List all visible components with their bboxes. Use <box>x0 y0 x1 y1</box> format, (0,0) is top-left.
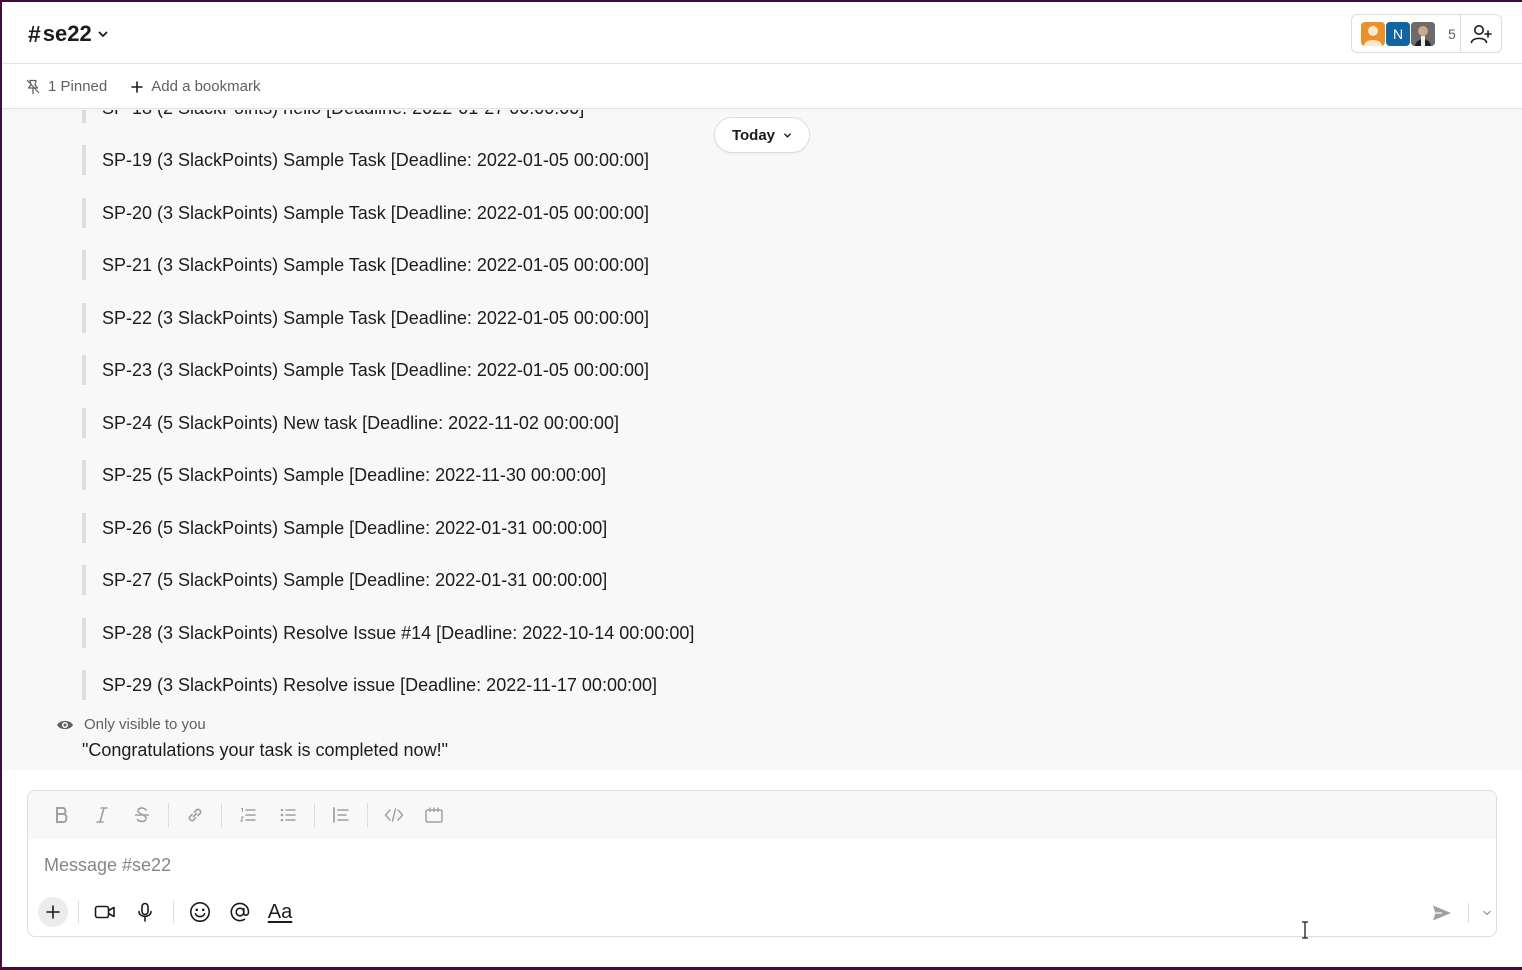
task-line: SP-28 (3 SlackPoints) Resolve Issue #14 … <box>82 618 694 648</box>
microphone-icon <box>138 902 152 922</box>
send-controls <box>1428 897 1496 929</box>
mention-button[interactable] <box>222 896 258 928</box>
message-input[interactable] <box>44 851 1464 879</box>
toolbar-divider <box>78 901 79 923</box>
code-block-icon[interactable] <box>414 799 454 831</box>
toolbar-divider <box>314 803 315 827</box>
chevron-down-icon <box>97 28 109 40</box>
composer-actions: Aa <box>38 895 302 929</box>
send-icon <box>1433 905 1451 921</box>
emoji-button[interactable] <box>182 896 218 928</box>
date-divider-label: Today <box>731 126 776 144</box>
add-member-button[interactable] <box>1460 14 1502 53</box>
bookmarks-bar: 1 Pinned Add a bookmark <box>2 65 1522 109</box>
schedule-send-button[interactable] <box>1477 897 1496 929</box>
member-avatar: N <box>1386 21 1410 46</box>
task-line: SP-25 (5 SlackPoints) Sample [Deadline: … <box>82 460 606 490</box>
plus-icon <box>46 905 60 919</box>
members-button[interactable]: N 5 <box>1351 14 1460 53</box>
task-line: SP-20 (3 SlackPoints) Sample Task [Deadl… <box>82 198 649 228</box>
video-clip-button[interactable] <box>87 896 123 928</box>
member-count: 5 <box>1448 25 1456 42</box>
strikethrough-icon[interactable] <box>122 799 162 831</box>
task-line: SP-18 (2 SlackPoints) hello [Deadline: 2… <box>82 110 584 123</box>
channel-hash: # <box>28 20 41 47</box>
task-line: SP-29 (3 SlackPoints) Resolve issue [Dea… <box>82 670 657 700</box>
formatting-toggle-button[interactable]: Aa <box>262 896 298 928</box>
formatting-toggle-label: Aa <box>267 900 293 923</box>
text-cursor-icon <box>1302 921 1308 939</box>
toolbar-divider <box>173 901 174 923</box>
bulleted-list-icon[interactable] <box>268 799 308 831</box>
task-line: SP-24 (5 SlackPoints) New task [Deadline… <box>82 408 619 438</box>
chevron-down-icon <box>784 132 791 138</box>
task-line: SP-19 (3 SlackPoints) Sample Task [Deadl… <box>82 145 649 175</box>
blockquote-icon[interactable] <box>321 799 361 831</box>
toolbar-divider <box>168 803 169 827</box>
formatting-toolbar <box>28 791 1496 839</box>
send-button[interactable] <box>1428 897 1456 929</box>
emoji-icon <box>190 902 210 922</box>
pin-icon <box>26 79 40 94</box>
add-person-icon <box>1470 24 1492 43</box>
message-list: SP-18 (2 SlackPoints) hello [Deadline: 2… <box>2 110 1522 770</box>
toolbar-divider <box>221 803 222 827</box>
add-bookmark-label: Add a bookmark <box>151 78 261 95</box>
video-camera-icon <box>94 905 115 919</box>
ordered-list-icon[interactable] <box>228 799 268 831</box>
bold-icon[interactable] <box>42 799 82 831</box>
plus-icon <box>131 80 144 93</box>
task-line: SP-22 (3 SlackPoints) Sample Task [Deadl… <box>82 303 649 333</box>
audio-clip-button[interactable] <box>127 896 163 928</box>
app-window: # se22 N 5 1 Pinned Add a bookmark SP-19… <box>2 2 1522 967</box>
date-divider-today-button[interactable]: Today <box>714 117 810 153</box>
ephemeral-label: Only visible to you <box>84 716 206 733</box>
channel-header: # se22 N 5 <box>2 2 1522 64</box>
chevron-down-icon <box>1483 910 1491 916</box>
at-sign-icon <box>230 902 250 922</box>
message-composer: Aa <box>27 790 1497 937</box>
pinned-button[interactable]: 1 Pinned <box>26 78 107 95</box>
member-avatar-photo-icon <box>1411 21 1435 46</box>
ephemeral-message: "Congratulations your task is completed … <box>82 740 448 760</box>
task-line: SP-26 (5 SlackPoints) Sample [Deadline: … <box>82 513 607 543</box>
eye-icon <box>57 720 73 729</box>
link-icon[interactable] <box>175 799 215 831</box>
channel-title: se22 <box>42 21 92 46</box>
attach-plus-button[interactable] <box>38 897 68 927</box>
add-bookmark-button[interactable]: Add a bookmark <box>131 78 260 95</box>
task-line: SP-21 (3 SlackPoints) Sample Task [Deadl… <box>82 250 649 280</box>
ephemeral-notice: Only visible to you <box>56 716 206 733</box>
task-line: SP-27 (5 SlackPoints) Sample [Deadline: … <box>82 565 607 595</box>
task-line: SP-23 (3 SlackPoints) Sample Task [Deadl… <box>82 355 649 385</box>
italic-icon[interactable] <box>82 799 122 831</box>
channel-name-button[interactable]: # se22 <box>28 19 109 49</box>
member-avatar-icon <box>1361 21 1385 46</box>
toolbar-divider <box>367 803 368 827</box>
toolbar-divider <box>1468 903 1469 923</box>
code-icon[interactable] <box>374 799 414 831</box>
pinned-label: 1 Pinned <box>48 78 108 95</box>
